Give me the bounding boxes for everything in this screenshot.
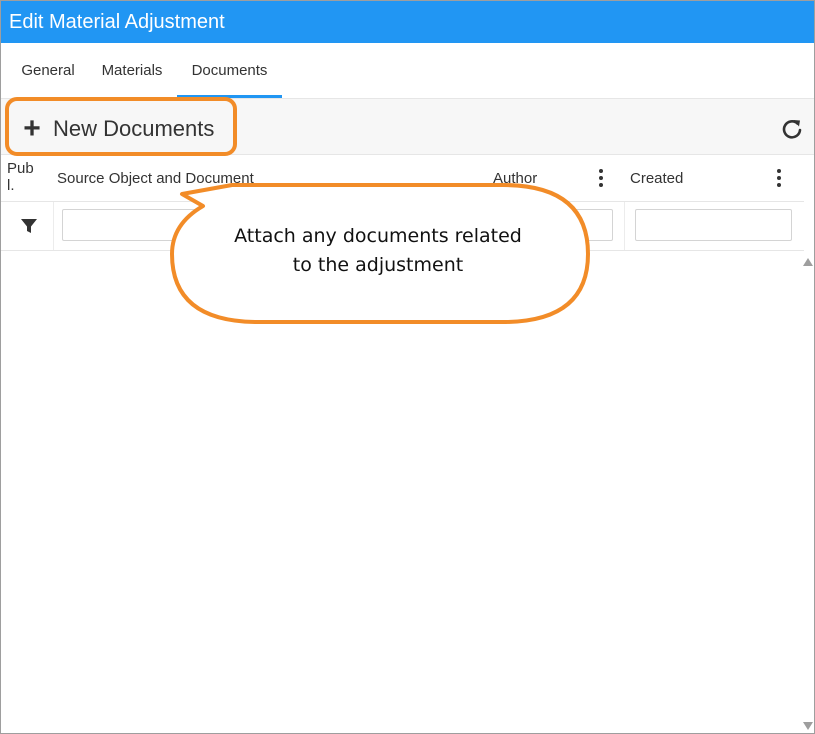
tab-materials[interactable]: Materials: [89, 43, 175, 98]
new-documents-label: New Documents: [53, 116, 215, 141]
column-header-created[interactable]: Created: [630, 170, 683, 187]
new-documents-button[interactable]: + New Documents: [11, 104, 237, 154]
column-header-source-object[interactable]: Source Object and Document: [57, 170, 254, 187]
tab-bar: General Materials Documents: [1, 43, 814, 99]
author-column-menu-icon[interactable]: [597, 169, 605, 191]
created-filter-input[interactable]: [635, 209, 792, 241]
callout-text: Attach any documents related to the adju…: [178, 222, 578, 280]
column-divider: [624, 202, 625, 250]
created-column-menu-icon[interactable]: [775, 169, 783, 191]
documents-toolbar: + New Documents: [1, 99, 814, 155]
scroll-up-arrow-icon[interactable]: [802, 257, 814, 267]
column-header-author[interactable]: Author: [493, 170, 537, 187]
scroll-down-arrow-icon[interactable]: [802, 721, 814, 731]
title-bar: Edit Material Adjustment: [1, 1, 814, 43]
callout-text-line-2: to the adjustment: [292, 254, 464, 276]
tab-general[interactable]: General: [9, 43, 87, 98]
grid-header: Pub l. Source Object and Document Author…: [1, 155, 804, 202]
column-header-published[interactable]: Pub l.: [7, 160, 41, 194]
tab-documents[interactable]: Documents: [177, 43, 282, 98]
callout-text-line-1: Attach any documents related: [234, 225, 522, 247]
edit-material-adjustment-dialog: Edit Material Adjustment General Materia…: [0, 0, 815, 734]
refresh-icon[interactable]: [779, 117, 805, 143]
plus-icon: +: [23, 112, 41, 145]
column-divider: [53, 202, 54, 250]
dialog-title: Edit Material Adjustment: [9, 11, 225, 33]
filter-icon[interactable]: [20, 217, 38, 235]
